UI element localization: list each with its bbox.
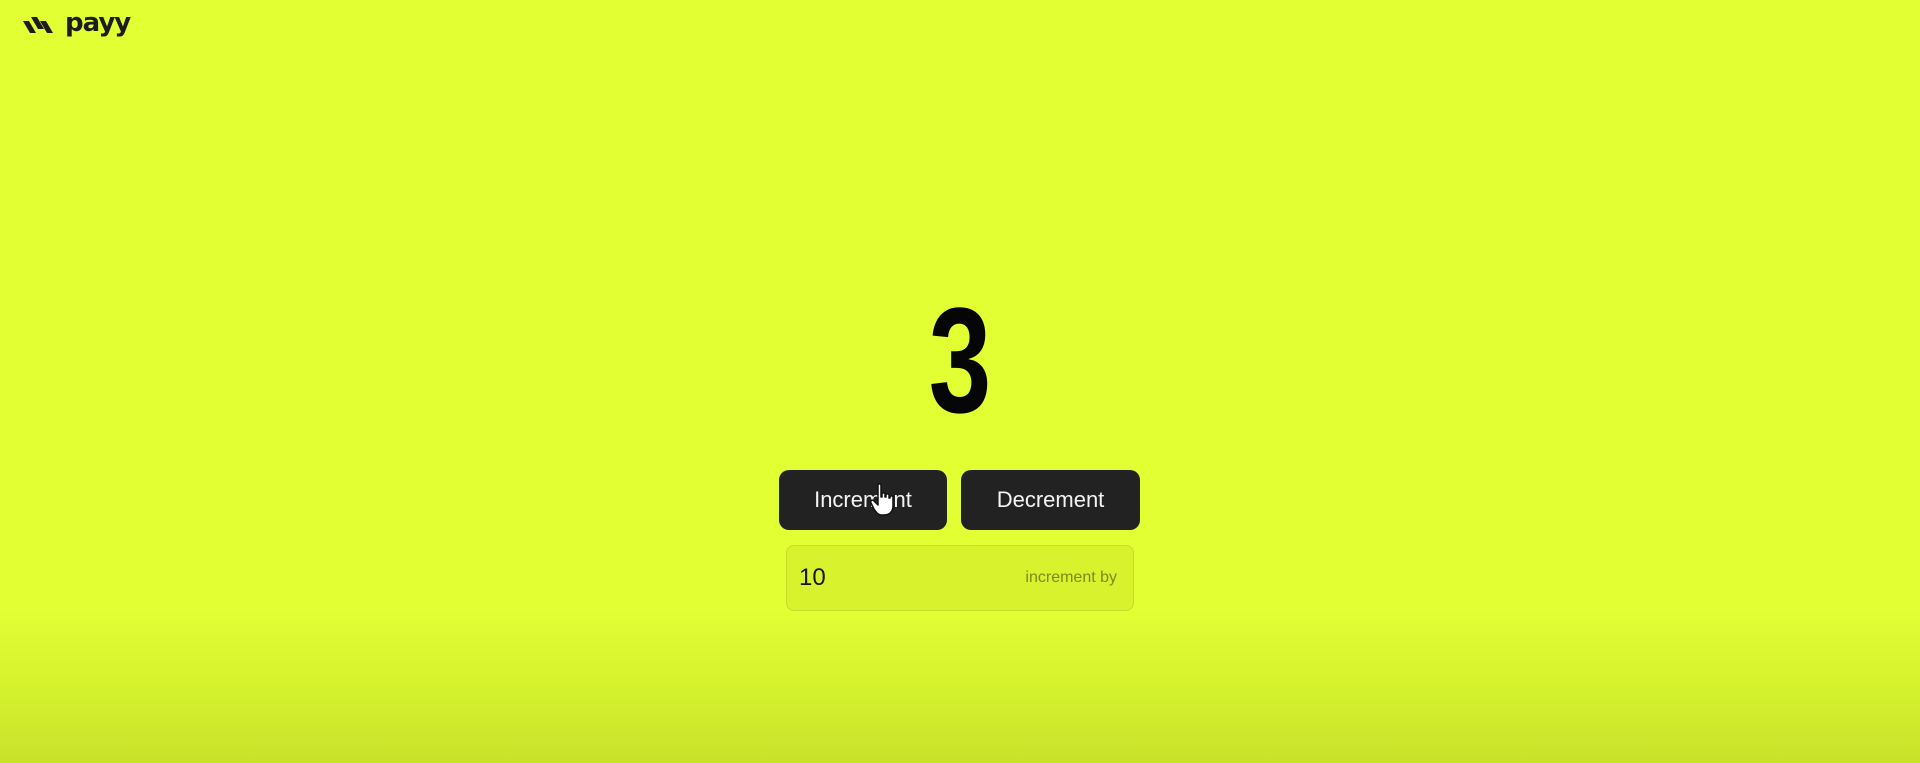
increment-by-input[interactable]	[799, 564, 999, 592]
increment-button[interactable]: Increment	[779, 470, 947, 530]
increment-by-hint: increment by	[1025, 569, 1117, 586]
increment-by-field[interactable]: increment by	[786, 545, 1134, 611]
brand-name: payy	[65, 8, 131, 38]
counter-value: 3	[928, 276, 992, 444]
payy-logo-icon	[23, 17, 53, 33]
decrement-button[interactable]: Decrement	[961, 470, 1140, 530]
brand-logo[interactable]: payy	[23, 10, 131, 36]
